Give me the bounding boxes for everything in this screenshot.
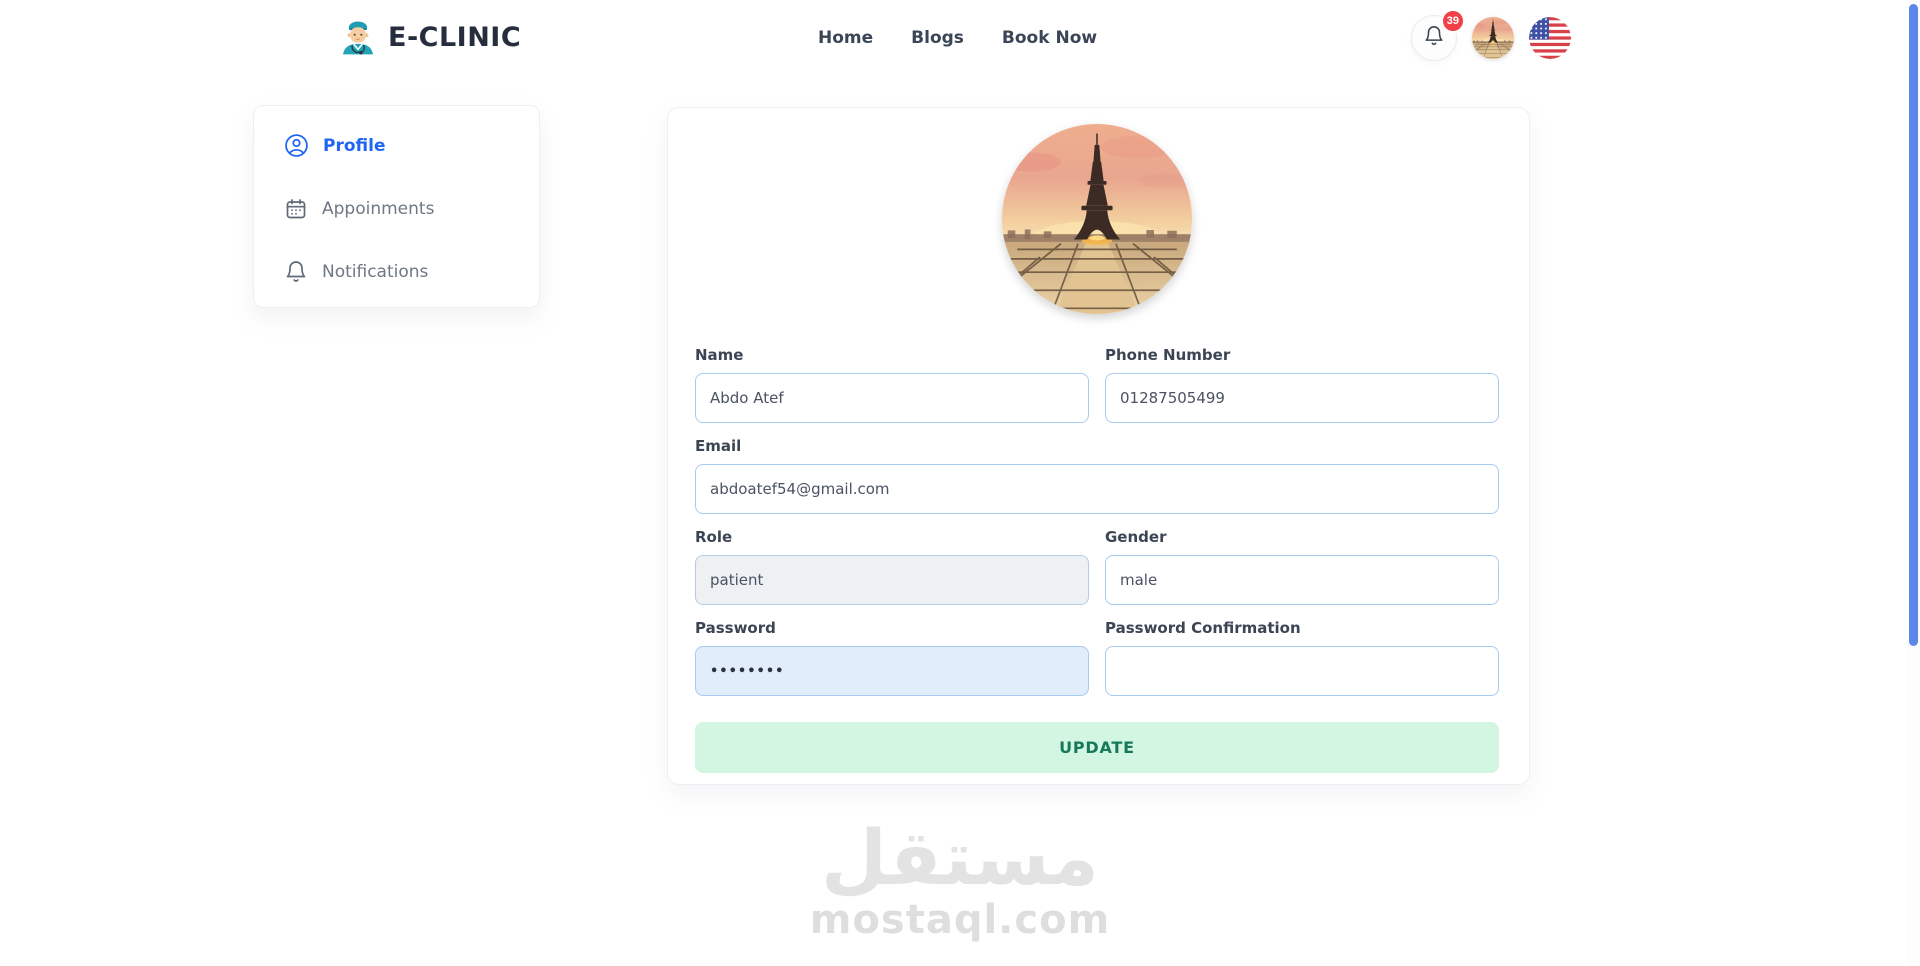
password-label: Password — [695, 619, 776, 637]
phone-input[interactable] — [1105, 373, 1499, 423]
brand-name: E-CLINIC — [388, 22, 522, 53]
password-confirmation-field-group: Password Confirmation — [1105, 619, 1499, 696]
sidebar-item-profile[interactable]: Profile — [254, 114, 539, 177]
update-button[interactable]: UPDATE — [695, 722, 1499, 773]
sidebar-item-label: Appoinments — [322, 198, 435, 219]
user-avatar[interactable] — [1472, 17, 1514, 59]
name-input[interactable] — [695, 373, 1089, 423]
profile-form: Name Phone Number Email Role — [695, 346, 1499, 773]
gender-label: Gender — [1105, 528, 1167, 546]
watermark-domain: mostaql.com — [809, 897, 1111, 943]
nav-blogs[interactable]: Blogs — [911, 28, 964, 48]
sidebar-item-notifications[interactable]: Notifications — [254, 240, 539, 303]
nav-book-now[interactable]: Book Now — [1002, 28, 1097, 48]
us-flag-icon[interactable] — [1529, 16, 1571, 59]
sidebar-item-label: Profile — [323, 135, 386, 156]
role-input[interactable] — [695, 555, 1089, 605]
nav-home[interactable]: Home — [818, 28, 873, 48]
person-circle-icon — [284, 133, 309, 158]
password-field-group: Password — [695, 619, 1089, 696]
watermark-arabic: مستقل — [821, 813, 1099, 902]
phone-field-group: Phone Number — [1105, 346, 1499, 423]
email-input[interactable] — [695, 464, 1499, 514]
notifications-button[interactable]: 39 — [1411, 8, 1465, 61]
name-field-group: Name — [695, 346, 1089, 423]
profile-avatar[interactable] — [1002, 124, 1192, 314]
password-confirmation-label: Password Confirmation — [1105, 619, 1301, 637]
notification-badge: 39 — [1440, 8, 1465, 33]
name-label: Name — [695, 346, 744, 364]
header: E-CLINIC Home Blogs Book Now 39 — [0, 0, 1920, 75]
bell-icon — [1423, 25, 1445, 50]
bell-icon — [284, 260, 308, 284]
password-input[interactable] — [695, 646, 1089, 696]
calendar-icon — [284, 197, 308, 221]
sidebar-item-label: Notifications — [322, 261, 429, 282]
page: E-CLINIC Home Blogs Book Now 39 Profile … — [0, 0, 1920, 966]
role-field-group: Role — [695, 528, 1089, 605]
profile-card: Name Phone Number Email Role — [667, 107, 1530, 785]
role-label: Role — [695, 528, 733, 546]
email-label: Email — [695, 437, 742, 455]
profile-sidebar: Profile Appoinments Notifications — [253, 105, 540, 308]
watermark: مستقل mostaql.com — [809, 813, 1111, 943]
gender-field-group: Gender — [1105, 528, 1499, 605]
sidebar-item-appoinments[interactable]: Appoinments — [254, 177, 539, 240]
email-field-group: Email — [695, 437, 1499, 514]
doctor-icon — [338, 16, 378, 60]
brand-logo[interactable]: E-CLINIC — [338, 0, 521, 75]
scrollbar-thumb[interactable] — [1909, 4, 1918, 646]
header-right: 39 — [1411, 0, 1571, 75]
scrollbar-track[interactable] — [1906, 0, 1920, 966]
password-confirmation-input[interactable] — [1105, 646, 1499, 696]
gender-input[interactable] — [1105, 555, 1499, 605]
main-nav: Home Blogs Book Now — [818, 0, 1097, 75]
phone-label: Phone Number — [1105, 346, 1231, 364]
